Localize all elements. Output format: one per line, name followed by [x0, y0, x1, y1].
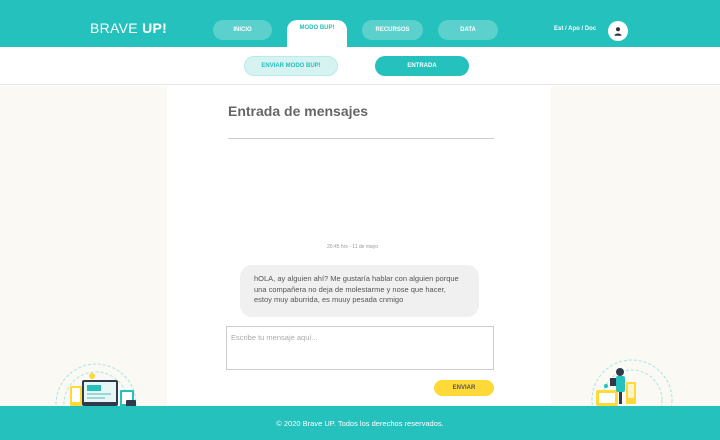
nav-label: DATA — [460, 27, 476, 33]
footer: © 2020 Brave UP. Todos los derechos rese… — [0, 406, 720, 440]
sub-navbar: ENVIAR MODO BUP! ENTRADA — [0, 47, 720, 85]
message-input[interactable] — [226, 326, 494, 370]
nav-data[interactable]: DATA — [438, 20, 498, 40]
page-title: Entrada de mensajes — [228, 103, 369, 119]
nav-label: MODO BUP! — [299, 25, 335, 31]
copyright-text: © 2020 Brave UP. Todos los derechos rese… — [276, 419, 444, 428]
people-illustration — [591, 359, 673, 410]
inbox-button[interactable]: ENTRADA — [375, 56, 469, 76]
top-navbar: BRAVE UP! INICIO MODO BUP! RECURSOS DATA… — [0, 0, 720, 47]
inbox-label: ENTRADA — [407, 63, 437, 69]
message-text: hOLA, ay alguien ahí? Me gustaría hablar… — [254, 274, 459, 304]
nav-modo-bup[interactable]: MODO BUP! — [287, 20, 347, 47]
nav-inicio[interactable]: INICIO — [213, 20, 272, 40]
nav-label: RECURSOS — [375, 27, 410, 33]
send-button[interactable]: ENVIAR — [434, 380, 494, 396]
title-divider — [228, 138, 494, 139]
logo-text-bold: UP! — [142, 20, 168, 36]
message-bubble: hOLA, ay alguien ahí? Me gustaría hablar… — [240, 265, 479, 317]
left-side-panel — [0, 86, 167, 406]
logo-text: BRAVE — [90, 20, 143, 36]
nav-label: INICIO — [233, 27, 252, 33]
user-roles[interactable]: Est / Apo / Doc — [554, 26, 596, 32]
nav-recursos[interactable]: RECURSOS — [362, 20, 423, 40]
user-icon — [614, 26, 622, 36]
send-modo-bup-button[interactable]: ENVIAR MODO BUP! — [244, 56, 338, 76]
message-timestamp: 20:45 hrs - 11 de mayo — [327, 244, 379, 250]
send-button-label: ENVIAR — [452, 385, 476, 391]
send-modo-bup-label: ENVIAR MODO BUP! — [261, 63, 321, 69]
devices-illustration — [55, 363, 137, 410]
avatar[interactable] — [608, 21, 628, 41]
brand-logo[interactable]: BRAVE UP! — [90, 20, 167, 36]
